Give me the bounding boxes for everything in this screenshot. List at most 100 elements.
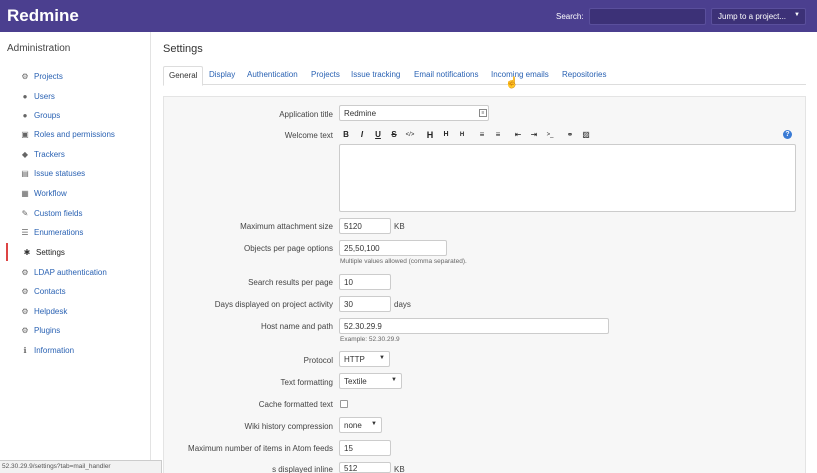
text-formatting-label: Text formatting	[280, 378, 333, 387]
protocol-select[interactable]: HTTP ▼	[339, 351, 390, 367]
sidebar-title: Administration	[7, 43, 71, 54]
max-attachment-input[interactable]: 5120	[339, 218, 391, 234]
sidebar-item-label: Information	[34, 345, 75, 355]
search-results-input[interactable]: 10	[339, 274, 391, 290]
unordered-list-icon[interactable]: ≡	[476, 129, 488, 141]
sidebar-item-ldap[interactable]: ⚙ LDAP authentication	[6, 263, 151, 281]
sidebar-item-trackers[interactable]: ◆ Trackers	[6, 145, 151, 163]
browser-status-bar: 52.30.29.9/settings?tab=mail_handler	[0, 460, 162, 473]
settings-tabs: General Display Authentication Projects …	[163, 66, 806, 86]
max-attachment-unit: KB	[394, 222, 405, 231]
days-displayed-input[interactable]: 30	[339, 296, 391, 312]
sidebar-item-projects[interactable]: ⚙ Projects	[6, 67, 151, 85]
italic-icon[interactable]: I	[356, 129, 368, 141]
sidebar-item-issue-statuses[interactable]: ▤ Issue statuses	[6, 164, 151, 182]
search-input[interactable]	[589, 8, 706, 25]
strikethrough-icon[interactable]: S	[388, 129, 400, 141]
tab-email-notifications[interactable]: Email notifications	[409, 66, 483, 85]
welcome-text-textarea[interactable]	[339, 144, 796, 212]
issue-status-icon: ▤	[21, 168, 29, 178]
sidebar-item-plugins[interactable]: ⚙ Plugins	[6, 321, 151, 339]
help-icon[interactable]: ?	[783, 130, 792, 139]
hand-cursor-icon: ☝	[505, 77, 519, 89]
sidebar-item-contacts[interactable]: ⚙ Contacts	[6, 282, 151, 300]
sidebar-item-groups[interactable]: ● Groups	[6, 106, 151, 124]
tab-issue-tracking[interactable]: Issue tracking	[346, 66, 405, 85]
jump-to-project-label: Jump to a project...	[718, 12, 787, 21]
plugin-icon: ⚙	[21, 267, 29, 277]
sidebar-item-workflow[interactable]: ▦ Workflow	[6, 184, 151, 202]
host-name-input[interactable]: 52.30.29.9	[339, 318, 609, 334]
max-inline-size-unit: KB	[394, 465, 405, 473]
protocol-label: Protocol	[303, 356, 333, 365]
sidebar-item-enumerations[interactable]: ☰ Enumerations	[6, 223, 151, 241]
sidebar-item-label: Enumerations	[34, 227, 84, 237]
outdent-icon[interactable]: ⇤	[512, 129, 524, 141]
tab-display[interactable]: Display	[204, 66, 240, 85]
group-icon: ●	[22, 110, 28, 120]
sidebar-item-label: Roles and permissions	[34, 129, 115, 139]
info-icon: ℹ	[23, 345, 27, 355]
days-displayed-unit: days	[394, 300, 411, 309]
tab-repositories[interactable]: Repositories	[557, 66, 611, 85]
app-logo[interactable]: Redmine	[7, 6, 79, 26]
custom-fields-icon: ✎	[21, 208, 29, 218]
application-title-input[interactable]: Redmine	[339, 105, 489, 121]
indent-icon[interactable]: ⇥	[528, 129, 540, 141]
plugin-icon: ⚙	[21, 286, 29, 296]
max-atom-input[interactable]: 15	[339, 440, 391, 456]
sidebar-item-roles[interactable]: ▣ Roles and permissions	[6, 125, 151, 143]
welcome-text-label: Welcome text	[284, 131, 333, 140]
objects-per-page-hint: Multiple values allowed (comma separated…	[340, 258, 467, 265]
user-icon: ●	[22, 91, 28, 101]
search-label: Search:	[556, 12, 584, 21]
image-icon[interactable]: ▨	[580, 129, 592, 141]
tab-general[interactable]: General	[163, 66, 204, 86]
sidebar-item-settings[interactable]: ✱ Settings	[6, 243, 151, 261]
wiki-history-value: none	[344, 421, 362, 430]
wiki-history-label: Wiki history compression	[244, 422, 333, 431]
tab-incoming-emails[interactable]: Incoming emails	[486, 66, 554, 85]
text-formatting-select[interactable]: Textile ▼	[339, 373, 402, 389]
link-icon[interactable]: ⚭	[564, 129, 576, 141]
host-name-hint: Example: 52.30.29.9	[340, 336, 400, 343]
protocol-value: HTTP	[344, 355, 365, 364]
tab-projects[interactable]: Projects	[306, 66, 345, 85]
sidebar-item-label: Contacts	[34, 286, 66, 296]
cache-formatted-label: Cache formatted text	[258, 400, 333, 409]
wiki-history-select[interactable]: none ▼	[339, 417, 382, 433]
chevron-down-icon: ▼	[371, 421, 377, 427]
page-title: Settings	[163, 43, 203, 55]
text-formatting-value: Textile	[344, 377, 367, 386]
sidebar-item-information[interactable]: ℹ Information	[6, 341, 151, 359]
chevron-down-icon: ▼	[379, 355, 385, 361]
heading2-icon[interactable]: H	[440, 129, 452, 141]
heading3-icon[interactable]: H	[456, 129, 468, 141]
tab-authentication[interactable]: Authentication	[242, 66, 303, 85]
max-inline-size-input[interactable]: 512	[339, 462, 391, 473]
sidebar-item-custom-fields[interactable]: ✎ Custom fields	[6, 204, 151, 222]
sidebar-item-label: Groups	[34, 110, 61, 120]
sidebar-item-label: Plugins	[34, 325, 61, 335]
max-inline-size-label: s displayed inline	[272, 465, 333, 473]
sidebar-item-users[interactable]: ● Users	[6, 87, 151, 105]
sidebar-item-label: Custom fields	[34, 208, 83, 218]
workflow-icon: ▦	[21, 188, 29, 198]
chevron-down-icon: ▼	[794, 12, 800, 18]
code-icon[interactable]: </>	[404, 129, 416, 141]
underline-icon[interactable]: U	[372, 129, 384, 141]
bold-icon[interactable]: B	[340, 129, 352, 141]
sidebar-item-helpdesk[interactable]: ⚙ Helpdesk	[6, 302, 151, 320]
objects-per-page-input[interactable]: 25,50,100	[339, 240, 447, 256]
ordered-list-icon[interactable]: ≡	[492, 129, 504, 141]
top-header: Redmine Search: Jump to a project... ▼	[0, 0, 817, 32]
jump-to-project-select[interactable]: Jump to a project... ▼	[711, 8, 806, 25]
sidebar-item-label: Projects	[34, 71, 63, 81]
chevron-down-icon: ▼	[391, 377, 397, 383]
heading1-icon[interactable]: H	[424, 129, 436, 141]
sidebar-item-label: Trackers	[34, 149, 65, 159]
cache-formatted-checkbox[interactable]	[340, 400, 348, 408]
plugin-icon: ⚙	[21, 325, 29, 335]
preformatted-icon[interactable]: >_	[544, 129, 556, 141]
gear-icon: ✱	[23, 247, 31, 257]
